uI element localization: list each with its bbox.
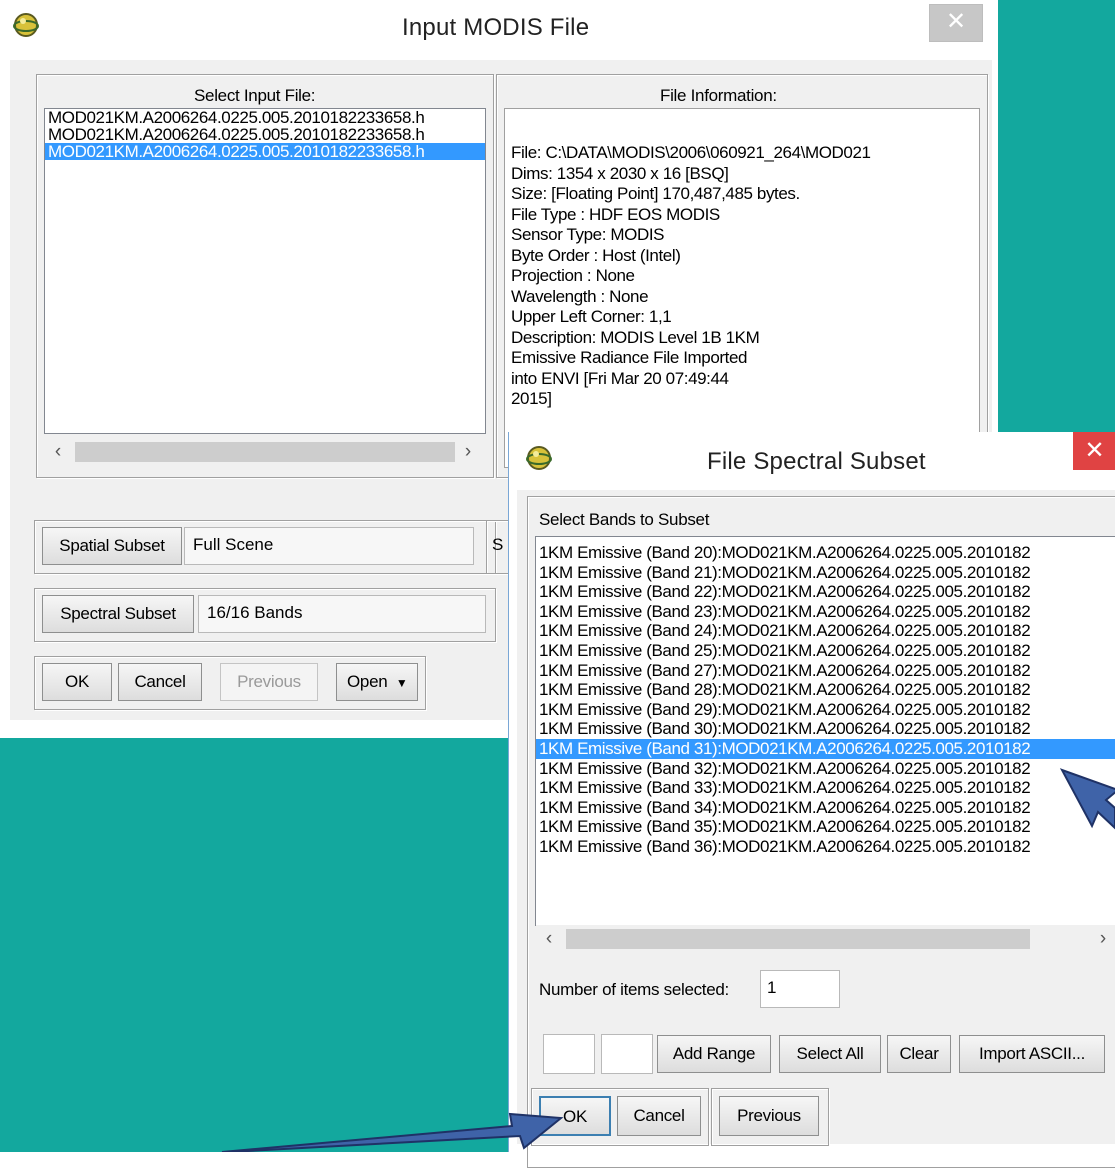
file-list-item[interactable]: MOD021KM.A2006264.0225.005.2010182233658…: [45, 109, 485, 126]
items-selected-label: Number of items selected:: [539, 980, 729, 999]
envi-app-icon: [526, 446, 552, 470]
file-info-line: Sensor Type: MODIS: [511, 225, 665, 244]
clear-button[interactable]: Clear: [887, 1035, 951, 1073]
file-info-line: Emissive Radiance File Imported: [511, 348, 748, 367]
file-info-line: Wavelength : None: [511, 286, 649, 306]
import-ascii-button[interactable]: Import ASCII...: [959, 1035, 1105, 1073]
file-info-line: Byte Order : Host (Intel): [511, 245, 681, 265]
subset-cancel-button[interactable]: Cancel: [617, 1096, 701, 1136]
envi-app-icon: [13, 13, 39, 37]
chevron-right-icon[interactable]: ›: [457, 440, 479, 464]
subset-title-bar: File Spectral Subset ✕: [509, 432, 1115, 490]
scroll-thumb[interactable]: [75, 442, 455, 462]
open-button[interactable]: Open ▼: [336, 663, 418, 701]
band-list-item[interactable]: 1KM Emissive (Band 35):MOD021KM.A2006264…: [536, 817, 1115, 837]
chevron-left-icon[interactable]: ‹: [47, 440, 69, 464]
band-list-item[interactable]: 1KM Emissive (Band 29):MOD021KM.A2006264…: [536, 700, 1115, 720]
band-list-item[interactable]: 1KM Emissive (Band 25):MOD021KM.A2006264…: [536, 641, 1115, 661]
range-from-field[interactable]: [543, 1034, 595, 1074]
bands-list[interactable]: 1KM Emissive (Band 20):MOD021KM.A2006264…: [535, 536, 1115, 926]
band-list-item[interactable]: 1KM Emissive (Band 30):MOD021KM.A2006264…: [536, 719, 1115, 739]
band-list-item[interactable]: 1KM Emissive (Band 23):MOD021KM.A2006264…: [536, 602, 1115, 622]
band-list-item[interactable]: 1KM Emissive (Band 33):MOD021KM.A2006264…: [536, 778, 1115, 798]
file-info-line: File Type : HDF EOS MODIS: [511, 204, 720, 224]
file-info-line: into ENVI [Fri Mar 20 07:49:44: [511, 368, 729, 388]
input-file-list[interactable]: MOD021KM.A2006264.0225.005.2010182233658…: [44, 108, 486, 434]
bands-scrollbar[interactable]: ‹ ›: [536, 925, 1115, 953]
chevron-right-icon[interactable]: ›: [1092, 927, 1114, 951]
add-range-button[interactable]: Add Range: [657, 1035, 771, 1073]
file-info-line: Description: MODIS Level 1B 1KM: [511, 327, 760, 347]
band-list-item[interactable]: 1KM Emissive (Band 34):MOD021KM.A2006264…: [536, 798, 1115, 818]
band-list-item[interactable]: 1KM Emissive (Band 24):MOD021KM.A2006264…: [536, 621, 1115, 641]
previous-button[interactable]: Previous: [220, 663, 318, 701]
band-list-item[interactable]: 1KM Emissive (Band 32):MOD021KM.A2006264…: [536, 759, 1115, 779]
band-list-item[interactable]: 1KM Emissive (Band 36):MOD021KM.A2006264…: [536, 837, 1115, 857]
file-info-line: File: C:\DATA\MODIS\2006\060921_264\MOD0…: [511, 143, 871, 162]
hidden-button-fragment: S: [492, 535, 504, 554]
spatial-subset-button[interactable]: Spatial Subset: [42, 527, 182, 565]
file-list-scrollbar[interactable]: ‹ ›: [45, 438, 483, 466]
bands-label: Select Bands to Subset: [539, 510, 710, 529]
band-list-item[interactable]: 1KM Emissive (Band 27):MOD021KM.A2006264…: [536, 661, 1115, 681]
file-info-label: File Information:: [660, 86, 777, 105]
cancel-button[interactable]: Cancel: [118, 663, 202, 701]
select-input-label: Select Input File:: [194, 86, 316, 105]
band-list-item[interactable]: 1KM Emissive (Band 21):MOD021KM.A2006264…: [536, 563, 1115, 583]
file-info-line: Dims: 1354 x 2030 x 16 [BSQ]: [511, 163, 729, 183]
file-list-item[interactable]: MOD021KM.A2006264.0225.005.2010182233658…: [45, 143, 485, 160]
spectral-subset-dialog: File Spectral Subset ✕ Select Bands to S…: [508, 432, 1115, 1168]
subset-window-title: File Spectral Subset: [707, 448, 926, 475]
file-info-line: 2015]: [511, 389, 552, 408]
file-info-line: Size: [Floating Point] 170,487,485 bytes…: [511, 184, 800, 203]
file-info-line: Projection : None: [511, 266, 635, 285]
band-list-item[interactable]: 1KM Emissive (Band 22):MOD021KM.A2006264…: [536, 582, 1115, 602]
band-list-item[interactable]: 1KM Emissive (Band 31):MOD021KM.A2006264…: [536, 738, 1115, 759]
select-all-button[interactable]: Select All: [779, 1035, 881, 1073]
subset-close-button[interactable]: ✕: [1073, 432, 1115, 470]
file-info-box: File: C:\DATA\MODIS\2006\060921_264\MOD0…: [504, 108, 980, 468]
bands-scroll-thumb[interactable]: [566, 929, 1030, 949]
close-icon: ✕: [1084, 437, 1105, 464]
items-selected-field: 1: [760, 970, 840, 1008]
close-icon: ✕: [945, 8, 967, 35]
range-to-field[interactable]: [601, 1034, 653, 1074]
subset-ok-button[interactable]: OK: [539, 1096, 611, 1136]
title-bar: Input MODIS File ✕: [0, 0, 998, 68]
ok-button[interactable]: OK: [42, 663, 112, 701]
window-title: Input MODIS File: [402, 14, 590, 41]
spatial-subset-field: Full Scene: [184, 527, 474, 565]
open-button-label: Open: [347, 672, 388, 691]
subset-previous-button[interactable]: Previous: [719, 1096, 819, 1136]
band-list-item[interactable]: 1KM Emissive (Band 20):MOD021KM.A2006264…: [536, 543, 1115, 563]
file-info-line: Upper Left Corner: 1,1: [511, 307, 672, 326]
file-list-item[interactable]: MOD021KM.A2006264.0225.005.2010182233658…: [45, 126, 485, 143]
band-list-item[interactable]: 1KM Emissive (Band 28):MOD021KM.A2006264…: [536, 680, 1115, 700]
dropdown-arrow-icon: ▼: [395, 676, 408, 690]
spectral-subset-button[interactable]: Spectral Subset: [42, 595, 194, 633]
chevron-left-icon[interactable]: ‹: [538, 927, 560, 951]
spectral-subset-field: 16/16 Bands: [198, 595, 486, 633]
close-button[interactable]: ✕: [929, 4, 983, 42]
